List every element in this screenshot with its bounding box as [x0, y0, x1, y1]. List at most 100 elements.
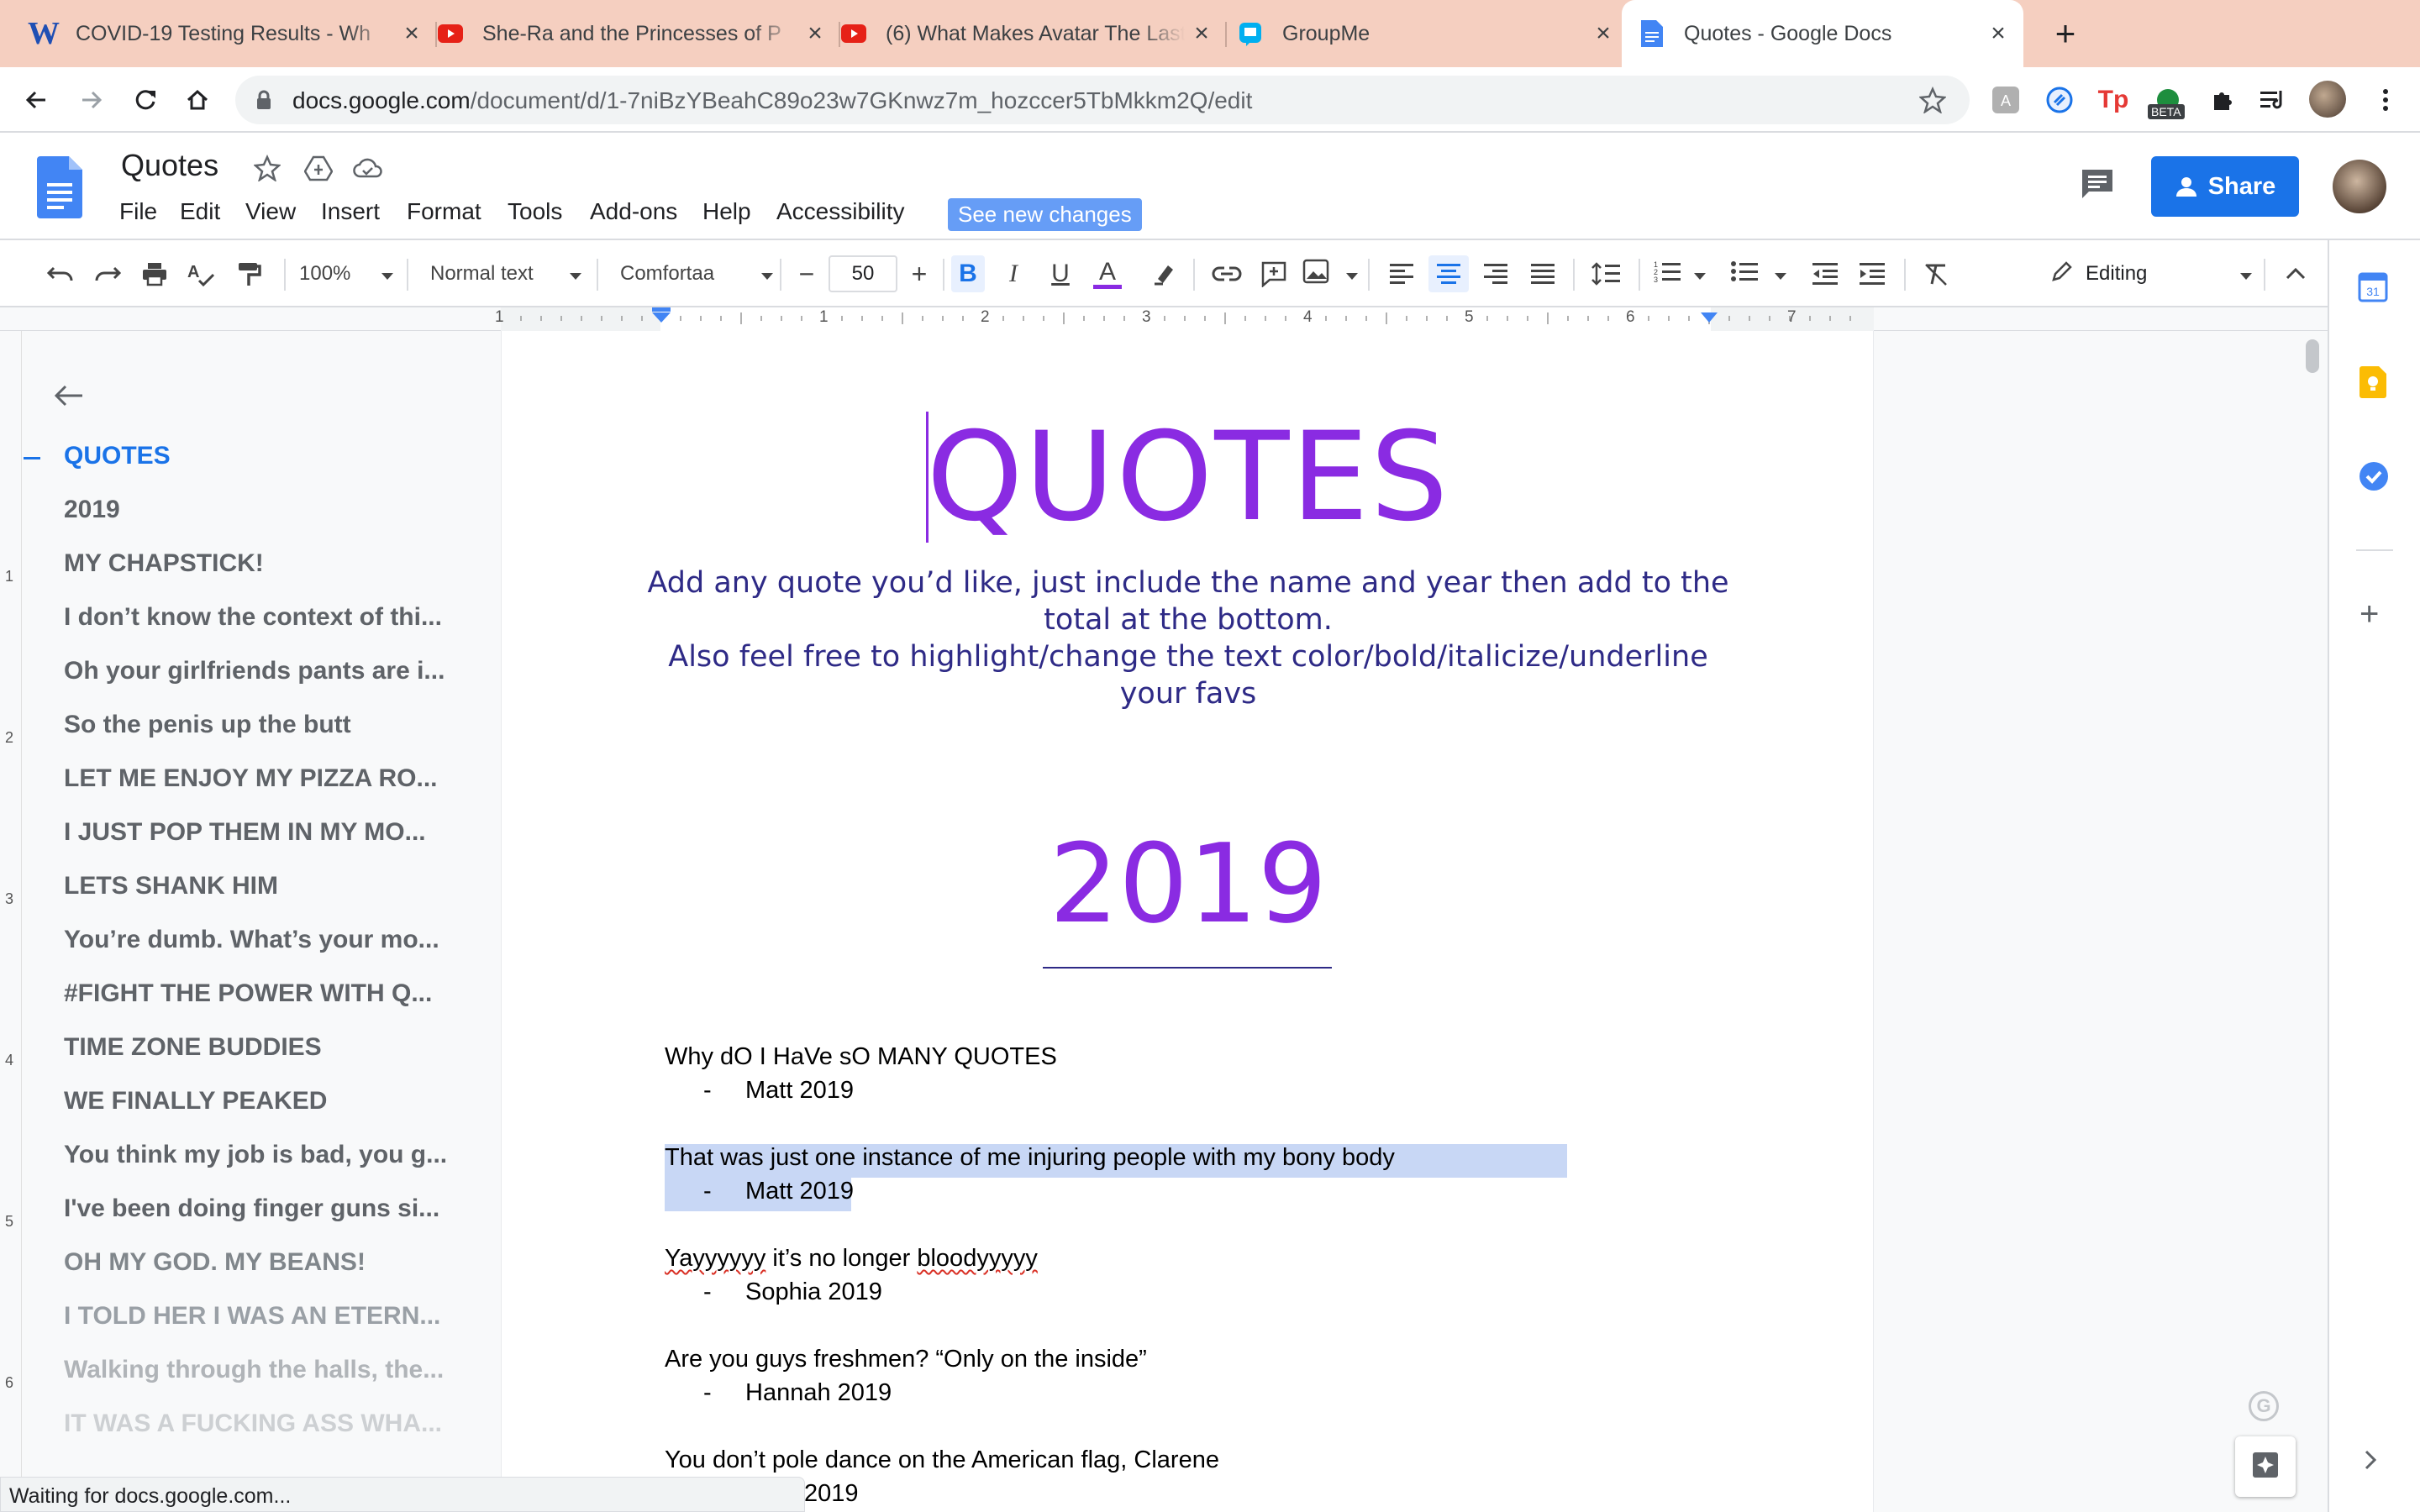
calendar-icon[interactable]: 31	[2358, 272, 2388, 307]
close-icon[interactable]: ×	[1586, 19, 1620, 48]
outline-item[interactable]: TIME ZONE BUDDIES	[64, 1033, 467, 1062]
tab-quotes-docs[interactable]: Quotes - Google Docs ×	[1622, 0, 2023, 67]
back-icon[interactable]	[15, 79, 57, 121]
outline-item[interactable]: So the penis up the butt	[64, 711, 467, 739]
bookmark-star-icon[interactable]	[1918, 86, 1947, 118]
decrease-indent-icon[interactable]	[1807, 255, 1844, 292]
cloud-saved-icon[interactable]	[353, 156, 383, 184]
reload-icon[interactable]	[124, 79, 166, 121]
outline-item[interactable]: I don’t know the context of thi...	[64, 603, 467, 632]
outline-item[interactable]: I JUST POP THEM IN MY MO...	[64, 818, 467, 847]
scrollbar-thumb[interactable]	[2306, 339, 2319, 373]
menu-file[interactable]: File	[119, 198, 157, 225]
comments-icon[interactable]	[2081, 168, 2114, 204]
tab-shera[interactable]: She-Ra and the Princesses of P ×	[437, 0, 840, 67]
text-color-button[interactable]: A	[1091, 255, 1124, 292]
outline-item[interactable]: MY CHAPSTICK!	[64, 549, 467, 578]
extension-blue-icon[interactable]	[2042, 82, 2077, 118]
menu-tools[interactable]: Tools	[508, 198, 562, 225]
address-bar[interactable]: docs.google.com/document/d/1-7niBzYBeahC…	[235, 76, 1970, 124]
undo-icon[interactable]	[42, 255, 79, 292]
new-tab-button[interactable]: +	[2042, 10, 2089, 57]
home-icon[interactable]	[176, 79, 218, 121]
bold-button[interactable]: B	[951, 255, 985, 292]
extension-tp-icon[interactable]: Tp	[2096, 82, 2131, 118]
explore-button[interactable]	[2235, 1436, 2296, 1497]
see-new-changes-button[interactable]: See new changes	[948, 198, 1142, 231]
outline-item[interactable]: WE FINALLY PEAKED	[64, 1087, 467, 1116]
account-avatar[interactable]	[2333, 160, 2386, 213]
outline-item[interactable]: LET ME ENJOY MY PIZZA RO...	[64, 764, 467, 793]
outline-item[interactable]: I TOLD HER I WAS AN ETERN...	[64, 1302, 467, 1331]
misspelled-word[interactable]: Yayyyyyy	[665, 1245, 765, 1272]
close-icon[interactable]: ×	[395, 19, 429, 48]
clear-formatting-icon[interactable]	[1918, 255, 1954, 292]
misspelled-word[interactable]: bloodyyyyy	[917, 1245, 1037, 1272]
tab-covid-testing[interactable]: W COVID-19 Testing Results - Wh ×	[0, 0, 437, 67]
vertical-ruler[interactable]: 1 2 3 4 5 6	[0, 331, 22, 1512]
justify-icon[interactable]	[1524, 255, 1561, 292]
docs-logo-icon[interactable]	[37, 156, 82, 223]
outline-item[interactable]: I've been doing finger guns si...	[64, 1194, 467, 1223]
profile-avatar[interactable]	[2309, 81, 2346, 118]
tasks-icon[interactable]	[2358, 460, 2390, 496]
zoom-select[interactable]: 100%	[299, 255, 393, 292]
extension-beta-icon[interactable]: BETA	[2148, 82, 2188, 119]
tab-avatar[interactable]: (6) What Makes Avatar The Last ×	[840, 0, 1227, 67]
star-icon[interactable]	[253, 154, 281, 186]
close-icon[interactable]: ×	[1981, 19, 2015, 48]
increase-font-size-button[interactable]: +	[902, 255, 936, 292]
outline-item[interactable]: OH MY GOD. MY BEANS!	[64, 1248, 467, 1277]
menu-format[interactable]: Format	[407, 198, 481, 225]
insert-image-button[interactable]	[1302, 255, 1358, 292]
menu-addons[interactable]: Add-ons	[590, 198, 677, 225]
menu-edit[interactable]: Edit	[180, 198, 220, 225]
outline-item[interactable]: Walking through the halls, the...	[64, 1356, 467, 1384]
decrease-font-size-button[interactable]: −	[790, 255, 823, 292]
redo-icon[interactable]	[89, 255, 126, 292]
underline-button[interactable]: U	[1044, 255, 1077, 292]
outline-item[interactable]: 2019	[64, 496, 467, 524]
outline-item[interactable]: You’re dumb. What’s your mo...	[64, 926, 467, 954]
outline-item[interactable]: Oh your girlfriends pants are i...	[64, 657, 467, 685]
font-select[interactable]: Comfortaa	[620, 255, 773, 292]
menu-help[interactable]: Help	[702, 198, 751, 225]
editing-mode-select[interactable]: Editing	[2050, 255, 2252, 292]
menu-accessibility[interactable]: Accessibility	[776, 198, 904, 225]
close-icon[interactable]: ×	[1185, 19, 1218, 48]
outline-item[interactable]: QUOTES	[64, 442, 467, 470]
expand-panel-chevron-icon[interactable]	[2365, 1450, 2377, 1474]
align-right-icon[interactable]	[1477, 255, 1514, 292]
spellcheck-icon[interactable]: A	[183, 255, 220, 292]
align-center-icon[interactable]	[1428, 255, 1469, 292]
share-button[interactable]: Share	[2151, 156, 2299, 217]
extension-gray-icon[interactable]: A	[1988, 82, 2023, 118]
line-spacing-icon[interactable]	[1588, 255, 1625, 292]
outline-item[interactable]: You think my job is bad, you g...	[64, 1141, 467, 1169]
paint-format-icon[interactable]	[230, 255, 267, 292]
document-title[interactable]: Quotes	[121, 148, 218, 183]
close-icon[interactable]: ×	[798, 19, 832, 48]
style-select[interactable]: Normal text	[430, 255, 581, 292]
numbered-list-button[interactable]: 123	[1654, 255, 1706, 292]
highlight-icon[interactable]	[1148, 255, 1181, 292]
font-size-input[interactable]: 50	[829, 255, 897, 292]
print-icon[interactable]	[136, 255, 173, 292]
add-comment-icon[interactable]	[1255, 255, 1292, 292]
link-icon[interactable]	[1208, 255, 1245, 292]
move-to-drive-icon[interactable]	[303, 155, 334, 186]
outline-item[interactable]: IT WAS A FUCKING ASS WHA...	[64, 1410, 467, 1438]
horizontal-ruler[interactable]: 1 1 2 3 4 5 6 7	[0, 307, 2328, 331]
increase-indent-icon[interactable]	[1854, 255, 1891, 292]
more-menu-icon[interactable]	[2368, 82, 2403, 118]
puzzle-icon[interactable]	[2205, 82, 2240, 118]
add-addon-icon[interactable]: +	[2360, 597, 2379, 631]
italic-button[interactable]: I	[997, 255, 1030, 292]
media-queue-icon[interactable]	[2255, 82, 2291, 118]
collapse-menus-icon[interactable]	[2277, 255, 2314, 292]
close-outline-arrow-icon[interactable]	[54, 383, 84, 412]
outline-item[interactable]: #FIGHT THE POWER WITH Q...	[64, 979, 467, 1008]
keep-icon[interactable]	[2360, 366, 2386, 402]
bulleted-list-button[interactable]	[1731, 255, 1786, 292]
menu-insert[interactable]: Insert	[321, 198, 380, 225]
